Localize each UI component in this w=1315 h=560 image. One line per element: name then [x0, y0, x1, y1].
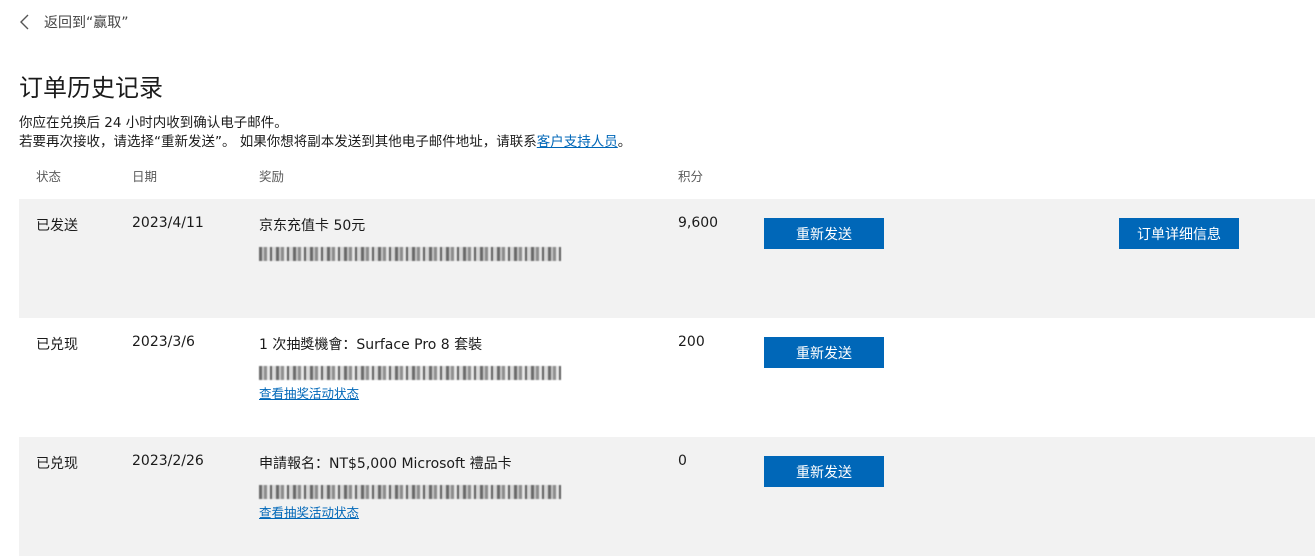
table-row: 已兑现 2023/3/6 1 次抽獎機會：Surface Pro 8 套裝 ■■…	[19, 318, 1315, 437]
row-date: 2023/2/26	[132, 453, 204, 469]
header-points: 积分	[678, 169, 704, 184]
info-text: 你应在兑换后 24 小时内收到确认电子邮件。 若要再次接收，请选择“重新发送”。…	[19, 114, 631, 152]
sweepstakes-status-link[interactable]: 查看抽奖活动状态	[259, 383, 359, 402]
info-line-2-suffix: 。	[617, 134, 632, 150]
chevron-left-icon	[18, 12, 34, 32]
row-status: 已兑现	[36, 456, 78, 472]
redeem-code-blurred: ■■■■ ■■■■ ■■■■ ■■■■ ■■■■	[259, 485, 561, 499]
table-row: 已兑现 2023/2/26 申請報名：NT$5,000 Microsoft 禮品…	[19, 437, 1315, 556]
sweepstakes-status-link[interactable]: 查看抽奖活动状态	[259, 502, 359, 521]
row-status: 已发送	[36, 218, 78, 234]
row-points: 0	[678, 453, 687, 469]
resend-button[interactable]: 重新发送	[764, 337, 884, 368]
order-details-button[interactable]: 订单详细信息	[1119, 218, 1239, 249]
header-status: 状态	[36, 169, 62, 184]
row-points: 9,600	[678, 215, 719, 231]
row-date: 2023/4/11	[132, 215, 204, 231]
info-line-2-prefix: 若要再次接收，请选择“重新发送”。 如果你想将副本发送到其他电子邮件地址，请联系	[19, 134, 537, 150]
header-reward: 奖励	[259, 169, 285, 184]
header-date: 日期	[132, 169, 158, 184]
table-row: 已发送 2023/4/11 京东充值卡 50元 ■■■■ ■■■■ ■■■■ ■…	[19, 199, 1315, 318]
back-link-label: 返回到“赢取”	[44, 15, 129, 31]
redeem-code-blurred: ■■■■ ■■■■ ■■■■ ■■■■ ■■■■	[259, 247, 561, 261]
row-reward: 1 次抽獎機會：Surface Pro 8 套裝	[259, 337, 483, 353]
row-reward: 京东充值卡 50元	[259, 218, 366, 234]
row-points: 200	[678, 334, 705, 350]
resend-button[interactable]: 重新发送	[764, 456, 884, 487]
resend-button[interactable]: 重新发送	[764, 218, 884, 249]
info-line-1: 你应在兑换后 24 小时内收到确认电子邮件。	[19, 115, 288, 131]
order-history-page: 返回到“赢取” 订单历史记录 你应在兑换后 24 小时内收到确认电子邮件。 若要…	[0, 0, 1315, 560]
table-header: 状态 日期 奖励 积分	[0, 166, 1315, 186]
info-line-2: 若要再次接收，请选择“重新发送”。 如果你想将副本发送到其他电子邮件地址，请联系…	[19, 133, 631, 152]
row-date: 2023/3/6	[132, 334, 195, 350]
row-status: 已兑现	[36, 337, 78, 353]
page-title: 订单历史记录	[19, 74, 163, 102]
back-link[interactable]: 返回到“赢取”	[18, 12, 129, 32]
customer-support-link[interactable]: 客户支持人员	[537, 134, 618, 150]
redeem-code-blurred: ■■■■ ■■■■ ■■■■ ■■■■ ■■■■	[259, 366, 561, 380]
row-reward: 申請報名：NT$5,000 Microsoft 禮品卡	[259, 456, 512, 472]
